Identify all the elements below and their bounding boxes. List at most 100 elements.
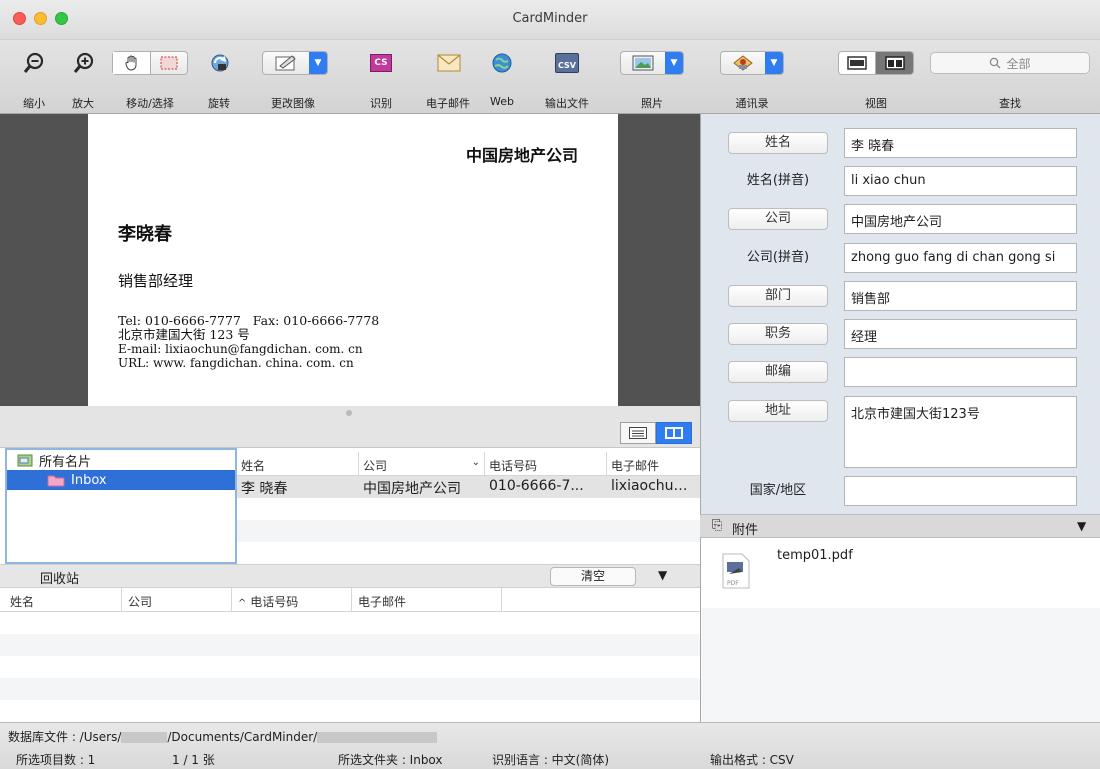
folder-icon <box>47 475 65 487</box>
collapse-triangle-icon[interactable]: ▼ <box>1077 519 1086 533</box>
attachments-pane: PDF temp01.pdf <box>700 538 1100 722</box>
list-view-toggle <box>620 422 692 444</box>
field-address-button[interactable]: 地址 <box>728 400 828 422</box>
view-single-button[interactable] <box>839 52 877 74</box>
export-button[interactable]: CSV <box>553 50 581 76</box>
attachment-file[interactable]: PDF <box>721 552 751 590</box>
zoom-out-icon <box>23 52 44 73</box>
contacts-label: 通讯录 <box>735 97 769 110</box>
business-card-image: 中国房地产公司 李晓春 销售部经理 Tel: 010-6666-7777 Fax… <box>88 114 618 406</box>
column-header-email[interactable]: 电子邮件 <box>607 452 700 475</box>
empty-row <box>0 700 700 722</box>
move-select-control <box>112 50 188 76</box>
card-view-button[interactable] <box>656 422 692 444</box>
trash-column-phone[interactable]: ^ 电话号码 <box>232 588 352 611</box>
marquee-select-icon <box>160 56 178 70</box>
attachment-file-name[interactable]: temp01.pdf <box>777 548 853 563</box>
field-name-input[interactable]: 李 晓春 <box>844 128 1077 158</box>
csv-file-icon: CSV <box>555 53 579 73</box>
column-header-company[interactable]: 公司 ⌄ <box>359 452 485 475</box>
photo-dropdown[interactable]: ▼ <box>665 52 683 74</box>
cell-email: lixiaochun@ <box>611 478 697 494</box>
zoom-in-icon <box>73 52 94 73</box>
pane-splitter[interactable] <box>0 406 700 448</box>
trash-table-header: 姓名 公司 ^ 电话号码 电子邮件 <box>0 588 700 612</box>
field-name-button[interactable]: 姓名 <box>728 132 828 154</box>
select-tool-button[interactable] <box>151 52 187 74</box>
field-country-input[interactable] <box>844 476 1077 506</box>
card-contact-lines: Tel: 010-6666-7777 Fax: 010-6666-7778 北京… <box>118 313 380 371</box>
trash-label[interactable]: 回收站 <box>40 568 79 587</box>
field-job-title-button[interactable]: 职务 <box>728 323 828 345</box>
trash-column-name[interactable]: 姓名 <box>0 588 122 611</box>
attachments-bar: ⎘ 附件 ▼ <box>700 514 1100 538</box>
field-company-button[interactable]: 公司 <box>728 208 828 230</box>
cell-name: 李 晓春 <box>241 481 288 497</box>
view-control <box>838 50 914 76</box>
move-select-label: 移动/选择 <box>126 97 174 110</box>
field-postal-code-input[interactable] <box>844 357 1077 387</box>
zoom-in-label: 放大 <box>72 97 94 110</box>
field-address-input[interactable]: 北京市建国大街123号 <box>844 396 1077 468</box>
folder-label: Inbox <box>71 472 107 488</box>
empty-row <box>237 520 700 542</box>
card-company: 中国房地产公司 <box>465 146 578 165</box>
view-split-button[interactable] <box>876 52 913 74</box>
sort-ascending-icon: ^ <box>238 598 247 609</box>
collapse-triangle-icon[interactable]: ▼ <box>658 568 667 582</box>
card-preview-pane[interactable]: 中国房地产公司 李晓春 销售部经理 Tel: 010-6666-7777 Fax… <box>0 114 700 406</box>
cards-table: 姓名 公司 ⌄ 电话号码 电子邮件 李 晓春 中国房地产公司 010-6666-… <box>237 452 700 542</box>
trash-column-email[interactable]: 电子邮件 <box>352 588 502 611</box>
export-label: 输出文件 <box>545 97 589 110</box>
web-button[interactable] <box>488 50 516 76</box>
column-header-name[interactable]: 姓名 <box>237 452 359 475</box>
recognize-button[interactable]: CS <box>367 50 395 76</box>
rotate-icon <box>211 54 229 72</box>
web-label: Web <box>490 95 514 108</box>
photo-icon <box>632 55 654 71</box>
field-department-button[interactable]: 部门 <box>728 285 828 307</box>
field-postal-code-button[interactable]: 邮编 <box>728 361 828 383</box>
attachments-label: 附件 <box>732 523 759 538</box>
title-bar: CardMinder <box>0 0 1100 40</box>
contacts-dropdown[interactable]: ▼ <box>765 52 783 74</box>
folder-all-cards[interactable]: 所有名片 <box>7 450 235 470</box>
email-button[interactable] <box>434 50 464 76</box>
splitter-handle[interactable] <box>346 410 352 416</box>
card-name: 李晓春 <box>118 224 172 245</box>
field-department-input[interactable]: 销售部 <box>844 281 1077 311</box>
hand-icon <box>124 55 136 71</box>
redacted-text <box>121 732 168 743</box>
field-name-pinyin-input[interactable]: li xiao chun <box>844 166 1077 196</box>
cell-phone: 010-6666-7... <box>489 478 584 494</box>
paperclip-icon: ⎘ <box>712 518 723 533</box>
change-image-dropdown[interactable]: ▼ <box>309 52 327 74</box>
field-company-input[interactable]: 中国房地产公司 <box>844 204 1077 234</box>
globe-icon <box>492 53 512 73</box>
empty-row <box>0 612 700 634</box>
change-image-button[interactable]: ▼ <box>262 50 328 76</box>
search-field[interactable]: 全部 <box>930 50 1090 76</box>
trash-column-company[interactable]: 公司 <box>122 588 232 611</box>
ocr-language: 识别语言 : 中文(简体) <box>492 753 610 767</box>
folder-tree: 所有名片 Inbox <box>5 448 237 564</box>
chevron-down-icon: ▼ <box>670 58 678 68</box>
zoom-in-button[interactable] <box>70 50 98 76</box>
database-path: 数据库文件 : /Users//Documents/CardMinder/ <box>8 728 438 745</box>
zoom-out-button[interactable] <box>20 50 48 76</box>
photo-button[interactable]: ▼ <box>620 50 684 76</box>
change-image-label: 更改图像 <box>271 97 315 110</box>
column-header-phone[interactable]: 电话号码 <box>485 452 607 475</box>
chevron-down-icon: ▼ <box>314 58 322 68</box>
empty-trash-button[interactable]: 清空 <box>550 567 636 586</box>
field-company-pinyin-input[interactable]: zhong guo fang di chan gong si <box>844 243 1077 273</box>
contacts-button[interactable]: ▼ <box>720 50 784 76</box>
table-row[interactable]: 李 晓春 中国房地产公司 010-6666-7... lixiaochun@ <box>237 476 700 498</box>
split-pane-icon <box>884 56 905 70</box>
hand-tool-button[interactable] <box>113 52 151 74</box>
list-view-button[interactable] <box>620 422 656 444</box>
rotate-button[interactable] <box>204 50 236 76</box>
field-job-title-input[interactable]: 经理 <box>844 319 1077 349</box>
folder-inbox[interactable]: Inbox <box>7 470 235 490</box>
card-tel-fax: Tel: 010-6666-7777 Fax: 010-6666-7778 <box>118 313 380 328</box>
